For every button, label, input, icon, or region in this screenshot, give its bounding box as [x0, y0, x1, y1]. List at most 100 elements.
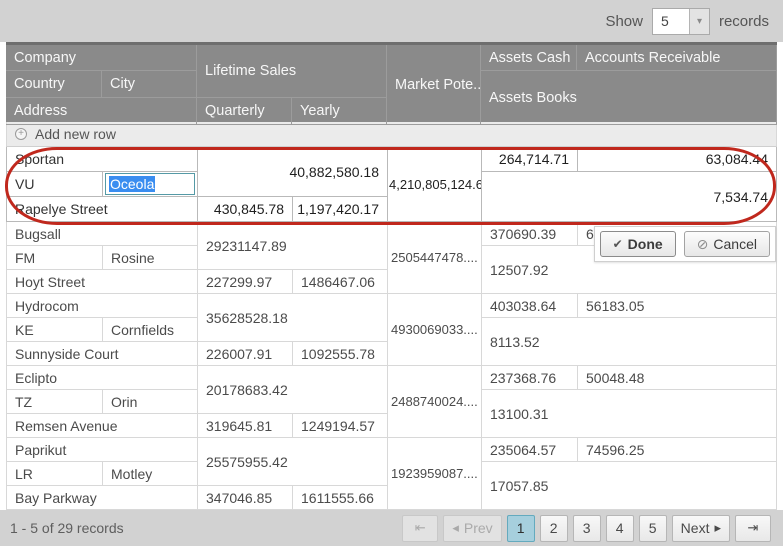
- add-icon: +: [15, 128, 27, 140]
- cell-assets-books[interactable]: 7,534.74: [482, 172, 777, 222]
- header-market-potential: Market Pote...: [387, 45, 481, 125]
- cell-company[interactable]: Bugsall: [7, 222, 198, 246]
- prev-label: Prev: [464, 520, 493, 536]
- cell-quarterly[interactable]: 430,845.78: [198, 197, 293, 222]
- last-page-button[interactable]: ⇥: [735, 515, 771, 542]
- cell-accounts-receivable[interactable]: 63,084.44: [578, 147, 777, 172]
- prev-icon: ◂: [452, 520, 459, 536]
- next-page-button[interactable]: Next ▸: [672, 515, 730, 542]
- page-button-1[interactable]: 1: [507, 515, 535, 542]
- cell-lifetime-sales[interactable]: 20178683.42: [198, 366, 388, 414]
- cell-yearly[interactable]: 1249194.57: [293, 414, 388, 438]
- pager-bar: 1 - 5 of 29 records ⇤ ◂ Prev 1 2 3 4 5 N…: [0, 510, 783, 546]
- cell-address[interactable]: Bay Parkway: [7, 486, 198, 510]
- city-editor-selected-text: Oceola: [109, 176, 155, 192]
- last-page-icon: ⇥: [748, 520, 759, 536]
- city-editor-input[interactable]: Oceola: [105, 173, 195, 195]
- cell-address[interactable]: Hoyt Street: [7, 270, 198, 294]
- cell-company[interactable]: Eclipto: [7, 366, 198, 390]
- cell-yearly[interactable]: 1611555.66: [293, 486, 388, 510]
- table-row: Hydrocom KE Cornfields Sunnyside Court 3…: [6, 294, 777, 366]
- cell-company[interactable]: Paprikut: [7, 438, 198, 462]
- cell-quarterly[interactable]: 319645.81: [198, 414, 293, 438]
- cell-company[interactable]: Sportan: [7, 147, 198, 172]
- cell-address[interactable]: Sunnyside Court: [7, 342, 198, 366]
- page-button-2[interactable]: 2: [540, 515, 568, 542]
- pager-summary: 1 - 5 of 29 records: [10, 520, 124, 536]
- cell-market-potential[interactable]: 4,210,805,124.6: [388, 147, 482, 222]
- cell-lifetime-sales[interactable]: 25575955.42: [198, 438, 388, 486]
- next-icon: ▸: [714, 520, 721, 536]
- cell-country[interactable]: KE: [7, 318, 103, 342]
- page-button-3[interactable]: 3: [573, 515, 601, 542]
- header-lifetime-sales: Lifetime Sales: [197, 45, 387, 98]
- cell-country[interactable]: LR: [7, 462, 103, 486]
- cell-address[interactable]: Remsen Avenue: [7, 414, 198, 438]
- cell-market-potential[interactable]: 4930069033....: [388, 294, 482, 366]
- cell-city[interactable]: Rosine: [103, 246, 198, 270]
- header-address: Address: [6, 98, 197, 125]
- records-label: records: [719, 13, 769, 30]
- header-quarterly: Quarterly: [197, 98, 292, 125]
- cell-lifetime-sales[interactable]: 35628528.18: [198, 294, 388, 342]
- check-icon: ✔: [613, 237, 623, 251]
- header-city: City: [102, 71, 197, 98]
- header-yearly: Yearly: [292, 98, 387, 125]
- cell-quarterly[interactable]: 347046.85: [198, 486, 293, 510]
- cell-country[interactable]: TZ: [7, 390, 103, 414]
- cell-city[interactable]: Cornfields: [103, 318, 198, 342]
- cell-address[interactable]: Rapelye Street: [7, 197, 198, 222]
- done-button[interactable]: ✔ Done: [600, 231, 676, 257]
- header-company: Company: [6, 45, 197, 71]
- cell-yearly[interactable]: 1486467.06: [293, 270, 388, 294]
- toolbar: Show 5 ▾ records: [0, 0, 783, 42]
- cell-assets-cash[interactable]: 235064.57: [482, 438, 578, 462]
- cell-yearly[interactable]: 1,197,420.17: [293, 197, 388, 222]
- header-assets-cash: Assets Cash: [481, 45, 577, 71]
- header-country: Country: [6, 71, 102, 98]
- page-button-5[interactable]: 5: [639, 515, 667, 542]
- pager: ⇤ ◂ Prev 1 2 3 4 5 Next ▸ ⇥: [402, 515, 773, 542]
- cell-country[interactable]: FM: [7, 246, 103, 270]
- editable-data-grid: Show 5 ▾ records Company Country City Ad…: [0, 0, 783, 555]
- cancel-button[interactable]: ⊘ Cancel: [684, 231, 770, 257]
- header-assets-books: Assets Books: [481, 71, 777, 125]
- cell-lifetime-sales[interactable]: 40,882,580.18: [198, 147, 388, 197]
- prev-page-button[interactable]: ◂ Prev: [443, 515, 501, 542]
- cell-assets-books[interactable]: 13100.31: [482, 390, 777, 438]
- cell-assets-cash[interactable]: 370690.39: [482, 222, 578, 246]
- cell-market-potential[interactable]: 2505447478....: [388, 222, 482, 294]
- cell-city[interactable]: Orin: [103, 390, 198, 414]
- cell-assets-books[interactable]: 8113.52: [482, 318, 777, 366]
- cell-country[interactable]: VU: [7, 172, 103, 197]
- grid-header: Company Country City Address Lifetime Sa…: [6, 42, 777, 122]
- cell-assets-cash[interactable]: 264,714.71: [482, 147, 578, 172]
- cell-assets-cash[interactable]: 403038.64: [482, 294, 578, 318]
- cell-yearly[interactable]: 1092555.78: [293, 342, 388, 366]
- add-new-row-button[interactable]: + Add new row: [6, 122, 777, 147]
- edit-row: Sportan VU Oceola Rapelye Street 40,882,…: [6, 147, 777, 222]
- page-size-select[interactable]: 5 ▾: [652, 8, 710, 35]
- first-page-button[interactable]: ⇤: [402, 515, 438, 542]
- cell-quarterly[interactable]: 226007.91: [198, 342, 293, 366]
- chevron-down-icon[interactable]: ▾: [689, 9, 709, 34]
- cell-accounts-receivable[interactable]: 56183.05: [578, 294, 777, 318]
- first-page-icon: ⇤: [415, 520, 426, 536]
- cell-accounts-receivable[interactable]: 74596.25: [578, 438, 777, 462]
- cell-accounts-receivable[interactable]: 50048.48: [578, 366, 777, 390]
- page-button-4[interactable]: 4: [606, 515, 634, 542]
- cell-assets-books[interactable]: 17057.85: [482, 462, 777, 510]
- cell-market-potential[interactable]: 2488740024....: [388, 366, 482, 438]
- cell-assets-cash[interactable]: 237368.76: [482, 366, 578, 390]
- done-label: Done: [628, 236, 663, 252]
- cell-city[interactable]: Motley: [103, 462, 198, 486]
- cell-company[interactable]: Hydrocom: [7, 294, 198, 318]
- edit-actions-popup: ✔ Done ⊘ Cancel: [594, 226, 776, 262]
- next-label: Next: [681, 520, 710, 536]
- cell-city[interactable]: Oceola: [103, 172, 198, 197]
- cell-quarterly[interactable]: 227299.97: [198, 270, 293, 294]
- cell-market-potential[interactable]: 1923959087....: [388, 438, 482, 510]
- table-row: Eclipto TZ Orin Remsen Avenue 20178683.4…: [6, 366, 777, 438]
- cell-lifetime-sales[interactable]: 29231147.89: [198, 222, 388, 270]
- add-new-row-label: Add new row: [35, 126, 116, 142]
